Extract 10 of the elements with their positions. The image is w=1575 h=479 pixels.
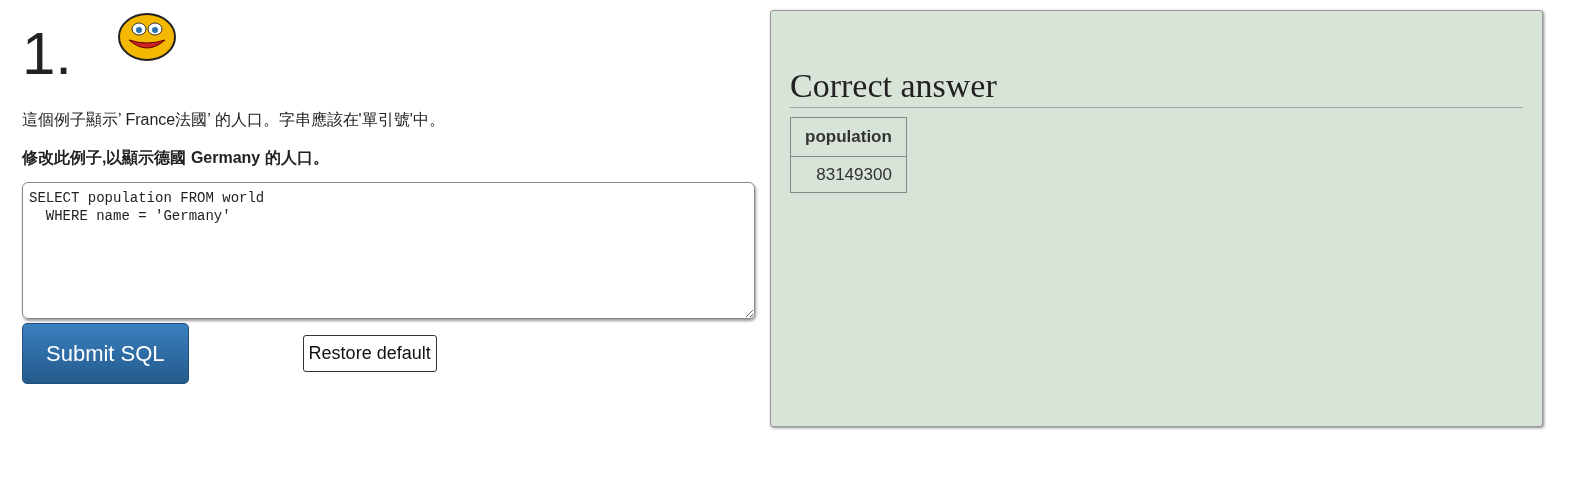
sql-editor[interactable]: SELECT population FROM world WHERE name = 'Germany' <box>22 182 755 319</box>
smiley-icon <box>117 12 178 62</box>
restore-button[interactable]: Restore default <box>302 335 437 372</box>
question-description: 這個例子顯示’ France法國’ 的人口。字串應該在'單引號'中。 <box>22 110 446 130</box>
submit-button[interactable]: Submit SQL <box>22 323 189 384</box>
column-header: population <box>790 117 907 156</box>
task-instruction: 修改此例子,以顯示德國 Germany 的人口。 <box>22 148 330 168</box>
table-cell: 83149300 <box>790 156 907 193</box>
answer-title: Correct answer <box>790 67 1523 108</box>
question-number: 1. <box>22 24 73 84</box>
